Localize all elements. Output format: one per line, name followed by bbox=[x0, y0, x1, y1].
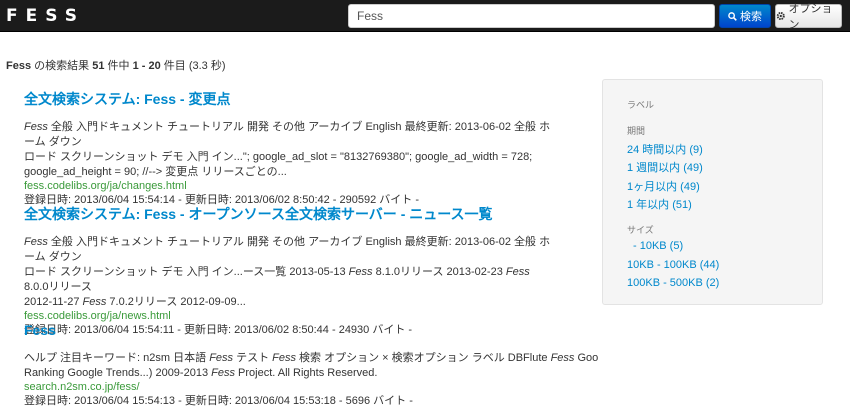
result-snippet-text: 全般 入門ドキュメント チュートリアル 開発 その他 アーカイブ English… bbox=[24, 236, 551, 263]
result-meta: 登録日時: 2013/06/04 15:54:13 - 更新日時: 2013/0… bbox=[24, 395, 413, 407]
result-snippet-text: ヘルプ 注目キーワード: n2sm 日本語 bbox=[24, 352, 210, 364]
summary-range: 1 - 20 bbox=[132, 60, 161, 72]
top-navbar: FESS 検索 オプション bbox=[0, 0, 850, 32]
result-title-link[interactable]: 全文検索システム: Fess - オープンソース全文検索サーバー - ニュース一… bbox=[24, 205, 554, 223]
result-item: 全文検索システム: Fess - オープンソース全文検索サーバー - ニュース一… bbox=[24, 205, 554, 338]
result-snippet: Fess 全般 入門ドキュメント チュートリアル 開発 その他 アーカイブ En… bbox=[24, 120, 554, 180]
result-snippet-text: 検索 オプション × 検索オプション ラベル DBFlute bbox=[296, 352, 551, 364]
result-snippet-text: google_ad_height = 90; //--> 変更点 リリースごとの… bbox=[24, 166, 287, 178]
result-snippet-text: 7.0.2リリース 2012-09-09... bbox=[106, 296, 246, 308]
options-button-label: オプション bbox=[788, 3, 833, 31]
options-button[interactable]: オプション bbox=[775, 3, 842, 31]
result-summary: Fess の検索結果 51 件中 1 - 20 件目 (3.3 秒) bbox=[6, 57, 226, 73]
result-snippet-text: 2012-11-27 bbox=[24, 296, 83, 308]
result-highlight: Fess bbox=[505, 266, 530, 278]
summary-total: 51 bbox=[92, 60, 105, 72]
result-snippet: Fess 全般 入門ドキュメント チュートリアル 開発 その他 アーカイブ En… bbox=[24, 235, 554, 310]
result-snippet: ヘルプ 注目キーワード: n2sm 日本語 Fess テスト Fess 検索 オ… bbox=[24, 351, 598, 381]
summary-text-3: 件目 (3.3 秒) bbox=[160, 60, 226, 72]
result-snippet-text: Goo bbox=[574, 352, 599, 364]
label-facet-header: ラベル bbox=[627, 100, 655, 110]
search-input[interactable] bbox=[348, 4, 715, 28]
result-item: Fess ヘルプ 注目キーワード: n2sm 日本語 Fess テスト Fess… bbox=[24, 321, 598, 409]
result-item: 全文検索システム: Fess - 変更点 Fess 全般 入門ドキュメント チュ… bbox=[24, 90, 554, 208]
result-highlight: Fess bbox=[24, 236, 48, 248]
result-highlight: Fess bbox=[24, 121, 48, 133]
result-snippet-text: 8.1.0リリース 2013-02-23 bbox=[372, 266, 506, 278]
result-title-link[interactable]: Fess bbox=[24, 321, 554, 339]
search-button[interactable]: 検索 bbox=[719, 4, 771, 28]
period-filter-1year[interactable]: 1 年以内 (51) bbox=[627, 196, 692, 212]
search-button-label: 検索 bbox=[740, 11, 762, 23]
result-snippet-text: ロード スクリーンショット デモ 入門 イン..."; google_ad_sl… bbox=[24, 151, 533, 163]
summary-text-1: の検索結果 bbox=[31, 60, 93, 72]
result-snippet-text: 全般 入門ドキュメント チュートリアル 開発 その他 アーカイブ English… bbox=[24, 121, 551, 148]
result-snippet-text: テスト bbox=[233, 352, 273, 364]
result-title-link[interactable]: 全文検索システム: Fess - 変更点 bbox=[24, 90, 554, 108]
size-filter-10kb-100kb[interactable]: 10KB - 100KB (44) bbox=[627, 259, 719, 271]
search-icon bbox=[728, 11, 737, 21]
result-highlight: Fess bbox=[82, 296, 107, 308]
size-filter-under-10kb[interactable]: - 10KB (5) bbox=[633, 240, 683, 252]
gear-icon bbox=[776, 11, 785, 21]
result-highlight: Fess bbox=[209, 352, 234, 364]
period-filter-1month[interactable]: 1ヶ月以内 (49) bbox=[627, 178, 700, 194]
result-snippet-text: Ranking Google Trends...) 2009-2013 bbox=[24, 367, 212, 379]
period-facet-header: 期間 bbox=[627, 126, 646, 136]
result-highlight: Fess bbox=[211, 367, 235, 379]
result-snippet-text: Project. All Rights Reserved. bbox=[234, 367, 378, 379]
result-highlight: Fess bbox=[348, 266, 373, 278]
result-url[interactable]: search.n2sm.co.jp/fess/ bbox=[24, 381, 554, 394]
summary-query: Fess bbox=[6, 60, 32, 72]
result-snippet-text: 8.0.0リリース bbox=[24, 281, 92, 293]
size-filter-100kb-500kb[interactable]: 100KB - 500KB (2) bbox=[627, 277, 719, 289]
result-url[interactable]: fess.codelibs.org/ja/changes.html bbox=[24, 180, 554, 193]
size-facet-header: サイズ bbox=[627, 225, 654, 235]
fess-logo[interactable]: FESS bbox=[6, 4, 85, 28]
result-snippet-text: ロード スクリーンショット デモ 入門 イン...ース一覧 2013-05-13 bbox=[24, 266, 349, 278]
period-filter-1week[interactable]: 1 週間以内 (49) bbox=[627, 159, 703, 175]
period-filter-24h[interactable]: 24 時間以内 (9) bbox=[627, 141, 703, 157]
result-highlight: Fess bbox=[272, 352, 296, 364]
facet-sidebar: ラベル 期間 24 時間以内 (9) 1 週間以内 (49) 1ヶ月以内 (49… bbox=[602, 79, 823, 305]
result-highlight: Fess bbox=[550, 352, 575, 364]
summary-text-2: 件中 bbox=[104, 60, 133, 72]
